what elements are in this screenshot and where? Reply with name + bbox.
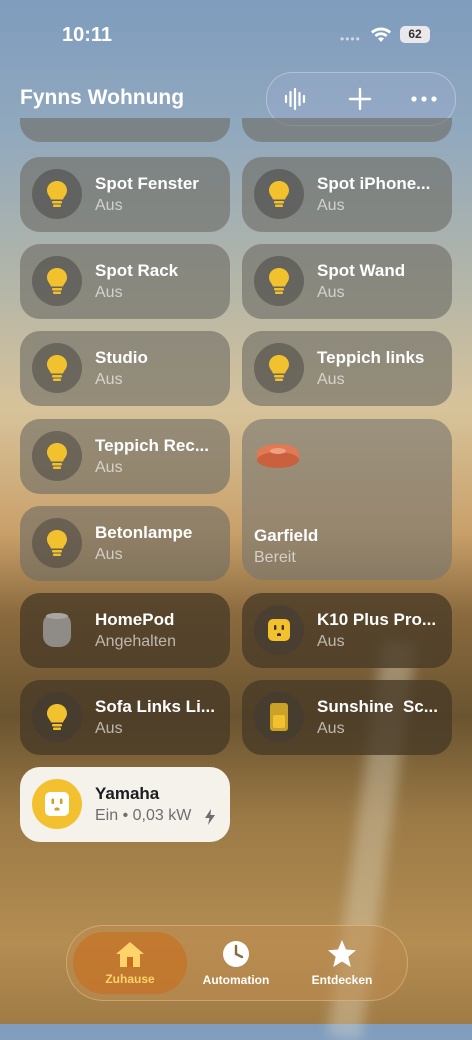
tile-name: Studio [95, 348, 148, 367]
tile-name: K10 Plus Pro... [317, 610, 437, 629]
tile-studio[interactable]: Studio Aus [20, 331, 230, 406]
lightbulb-icon[interactable] [254, 169, 304, 219]
homepod-icon[interactable] [32, 605, 82, 655]
switch-icon[interactable] [254, 692, 304, 742]
tile-spot-iphone[interactable]: Spot iPhone... Aus [242, 157, 452, 232]
tile-state: Ein • 0,03 kW [95, 807, 192, 824]
tile-name: Sunshine Sc... [317, 697, 438, 716]
tile-name: Spot Rack [95, 261, 179, 280]
tile-state: Aus [317, 633, 345, 650]
lightbulb-icon[interactable] [32, 343, 82, 393]
ellipsis-icon[interactable] [407, 83, 441, 115]
lightbulb-icon[interactable] [32, 169, 82, 219]
tile-partial[interactable] [20, 118, 230, 142]
tab-label: Entdecken [311, 973, 373, 987]
tile-state: Aus [95, 459, 123, 476]
tab-label: Automation [202, 973, 270, 987]
home-title[interactable]: Fynns Wohnung [20, 86, 184, 110]
tile-name: HomePod [95, 610, 175, 629]
lightbulb-icon[interactable] [254, 343, 304, 393]
tile-spot-rack[interactable]: Spot Rack Aus [20, 244, 230, 319]
lightbulb-icon[interactable] [32, 692, 82, 742]
tile-name: Teppich links [317, 348, 425, 367]
tile-name: Garfield [254, 526, 319, 545]
status-time: 10:11 [62, 24, 113, 46]
tile-state: Aus [95, 371, 123, 388]
tile-spot-fenster[interactable]: Spot Fenster Aus [20, 157, 230, 232]
tile-yamaha[interactable]: Yamaha Ein • 0,03 kW [20, 767, 230, 842]
tab-bar: Zuhause Automation Entdecken [66, 925, 408, 1001]
tile-state: Aus [95, 284, 123, 301]
star-icon [328, 940, 356, 967]
outlet-icon[interactable] [254, 605, 304, 655]
tile-name: Teppich Rec... [95, 436, 209, 455]
lightbulb-icon[interactable] [32, 256, 82, 306]
tile-spot-wand[interactable]: Spot Wand Aus [242, 244, 452, 319]
tile-garfield[interactable]: Garfield Bereit [242, 419, 452, 580]
tile-state: Aus [317, 197, 345, 214]
tab-entdecken[interactable]: Entdecken [285, 932, 399, 994]
tile-sunshine[interactable]: Sunshine Sc... Aus [242, 680, 452, 755]
outlet-icon[interactable] [32, 779, 82, 829]
lightbulb-icon[interactable] [254, 256, 304, 306]
tile-state: Aus [317, 720, 345, 737]
tile-state: Aus [317, 284, 345, 301]
tab-automation[interactable]: Automation [179, 932, 293, 994]
bolt-icon [205, 809, 215, 825]
battery-level: 62 [400, 26, 430, 43]
robot-vacuum-icon [257, 444, 299, 468]
tile-state: Aus [95, 720, 123, 737]
clock-icon [223, 941, 249, 967]
tile-k10-plus[interactable]: K10 Plus Pro... Aus [242, 593, 452, 668]
lightbulb-icon[interactable] [32, 518, 82, 568]
tile-name: Sofa Links Li... [95, 697, 215, 716]
tile-betonlampe[interactable]: Betonlampe Aus [20, 506, 230, 581]
signal-dots-icon: •••• [340, 32, 361, 46]
tile-partial[interactable] [242, 118, 452, 142]
plus-icon[interactable] [343, 83, 377, 115]
tile-name: Spot Fenster [95, 174, 199, 193]
tile-teppich-links[interactable]: Teppich links Aus [242, 331, 452, 406]
tile-name: Spot iPhone... [317, 174, 431, 193]
tile-teppich-rechts[interactable]: Teppich Rec... Aus [20, 419, 230, 494]
tile-sofa-links[interactable]: Sofa Links Li... Aus [20, 680, 230, 755]
status-bar: 10:11 •••• 62 [0, 0, 472, 70]
tile-state: Angehalten [95, 633, 176, 650]
lightbulb-icon[interactable] [32, 431, 82, 481]
tile-name: Spot Wand [317, 261, 406, 280]
tile-name: Yamaha [95, 784, 160, 803]
tab-label: Zuhause [105, 972, 155, 986]
tab-zuhause[interactable]: Zuhause [73, 932, 187, 994]
tile-name: Betonlampe [95, 523, 193, 542]
tile-state: Bereit [254, 549, 296, 566]
wifi-icon [371, 27, 391, 42]
tile-state: Aus [95, 546, 123, 563]
tile-homepod[interactable]: HomePod Angehalten [20, 593, 230, 668]
house-icon [116, 942, 144, 967]
tile-state: Aus [95, 197, 123, 214]
waveform-icon[interactable] [279, 83, 313, 115]
tile-state: Aus [317, 371, 345, 388]
